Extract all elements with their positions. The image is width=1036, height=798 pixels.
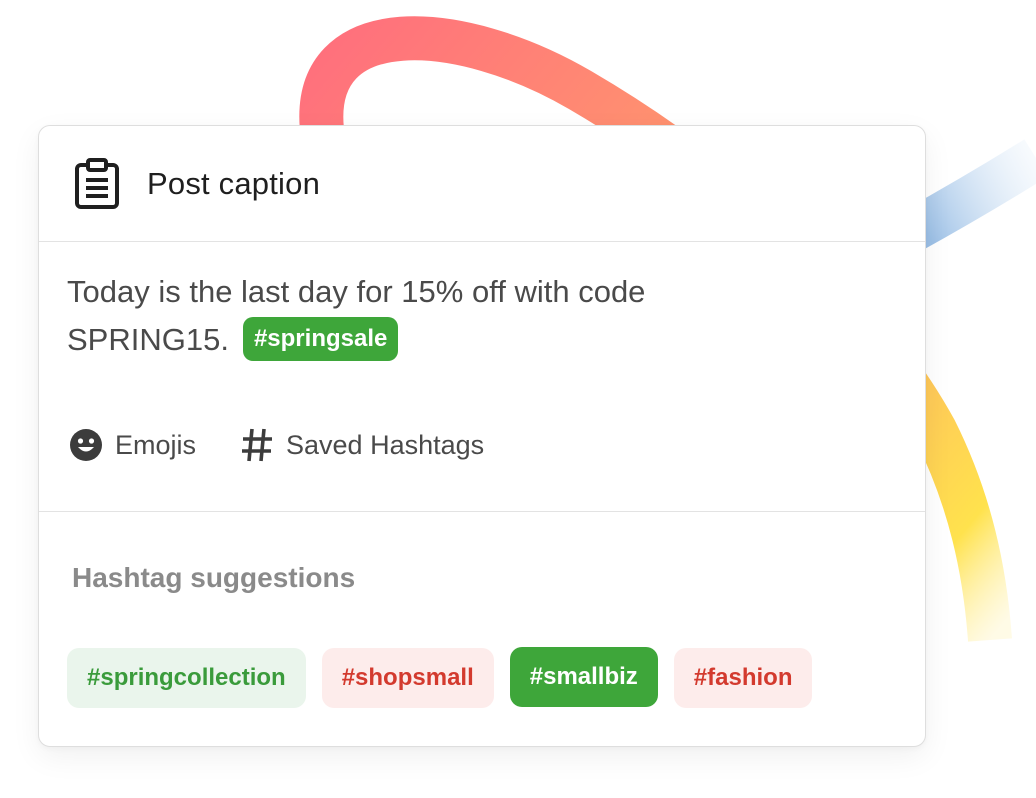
emojis-button[interactable]: Emojis — [69, 428, 196, 462]
suggestion-chips: #springcollection #shopsmall #smallbiz #… — [67, 646, 813, 708]
hash-icon — [240, 428, 274, 462]
chip-shopsmall[interactable]: #shopsmall — [321, 648, 494, 708]
caption-text-area[interactable]: Today is the last day for 15% off with c… — [67, 268, 787, 364]
blue-stroke — [899, 139, 1036, 252]
chip-fashion[interactable]: #fashion — [673, 648, 813, 708]
emojis-label: Emojis — [115, 429, 197, 460]
caption-toolbar: Emojis Saved Hashtags — [69, 428, 484, 462]
smiley-icon — [69, 428, 103, 462]
saved-hashtags-button[interactable]: Saved Hashtags — [240, 428, 484, 462]
chip-springcollection[interactable]: #springcollection — [67, 648, 306, 708]
stage: Post caption Today is the last day for 1… — [0, 0, 1036, 798]
chip-smallbiz[interactable]: #smallbiz — [509, 646, 658, 707]
post-caption-card: Post caption Today is the last day for 1… — [38, 125, 926, 747]
hashtag-suggestions: Hashtag suggestions #springcollection #s… — [39, 512, 925, 746]
card-header: Post caption — [39, 126, 925, 242]
clipboard-icon — [71, 156, 123, 212]
saved-hashtags-label: Saved Hashtags — [286, 429, 485, 460]
card-title: Post caption — [147, 165, 321, 201]
suggestions-title: Hashtag suggestions — [72, 562, 356, 593]
caption-hashtag-springsale[interactable]: #springsale — [242, 317, 399, 361]
caption-editor[interactable]: Today is the last day for 15% off with c… — [39, 242, 925, 512]
